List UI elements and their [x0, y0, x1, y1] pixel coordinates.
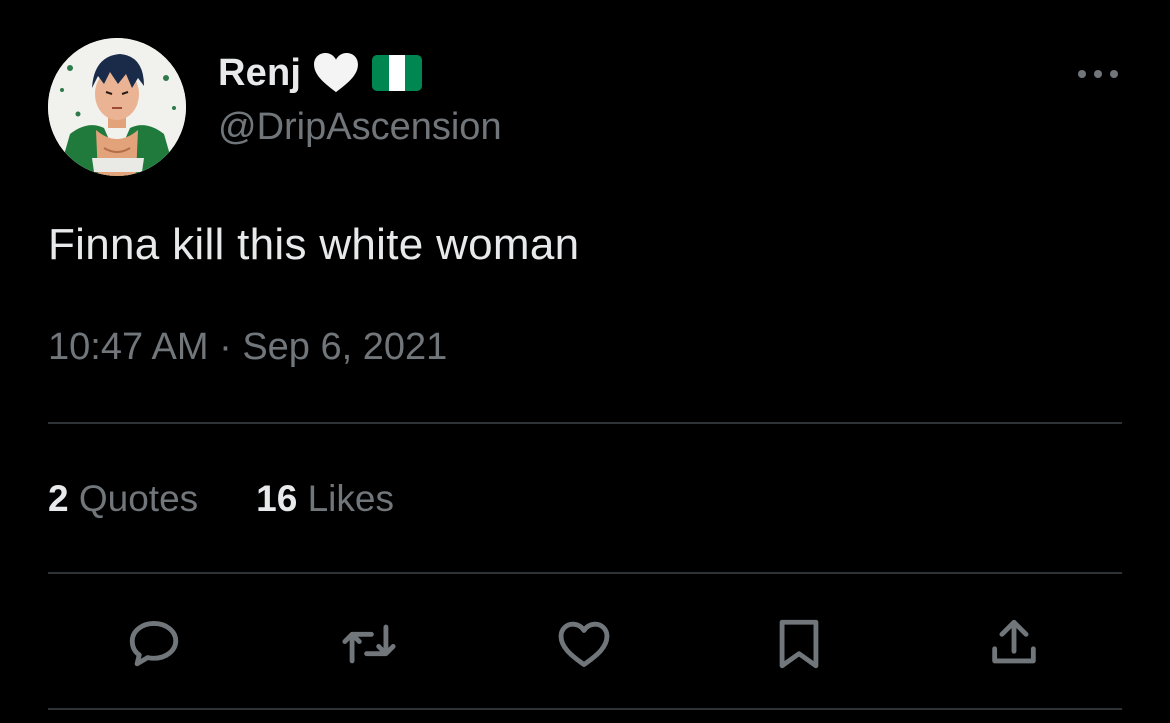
avatar-illustration — [48, 38, 186, 176]
divider — [48, 422, 1122, 424]
action-bar — [48, 608, 1122, 680]
likes-label: Likes — [307, 478, 394, 519]
quotes-label: Quotes — [78, 478, 199, 519]
more-dots-icon — [1078, 70, 1118, 78]
author-name-row: Renj — [218, 48, 423, 98]
heart-icon — [558, 621, 610, 667]
engagement-stats: 2 Quotes 16 Likes — [48, 478, 394, 520]
like-button[interactable] — [548, 608, 620, 680]
white-heart-icon — [314, 52, 359, 93]
avatar[interactable] — [48, 38, 186, 176]
reply-button[interactable] — [118, 608, 190, 680]
quotes-stat[interactable]: 2 Quotes — [48, 478, 198, 520]
bookmark-button[interactable] — [763, 608, 835, 680]
display-name[interactable]: Renj — [218, 52, 301, 95]
tweet-text: Finna kill this white woman — [48, 220, 580, 269]
bookmark-icon — [779, 619, 819, 669]
quotes-count: 2 — [48, 478, 69, 519]
retweet-button[interactable] — [333, 608, 405, 680]
divider — [48, 572, 1122, 574]
divider — [48, 708, 1122, 710]
share-icon — [992, 619, 1036, 664]
more-options-button[interactable] — [1072, 60, 1124, 88]
share-button[interactable] — [978, 608, 1050, 680]
likes-stat[interactable]: 16 Likes — [256, 478, 394, 520]
reply-icon — [129, 621, 179, 667]
nigeria-flag-icon — [372, 55, 423, 91]
likes-count: 16 — [256, 478, 298, 519]
tweet-timestamp[interactable]: 10:47 AM · Sep 6, 2021 — [48, 326, 447, 369]
author-handle[interactable]: @DripAscension — [218, 106, 502, 149]
retweet-icon — [342, 624, 396, 664]
